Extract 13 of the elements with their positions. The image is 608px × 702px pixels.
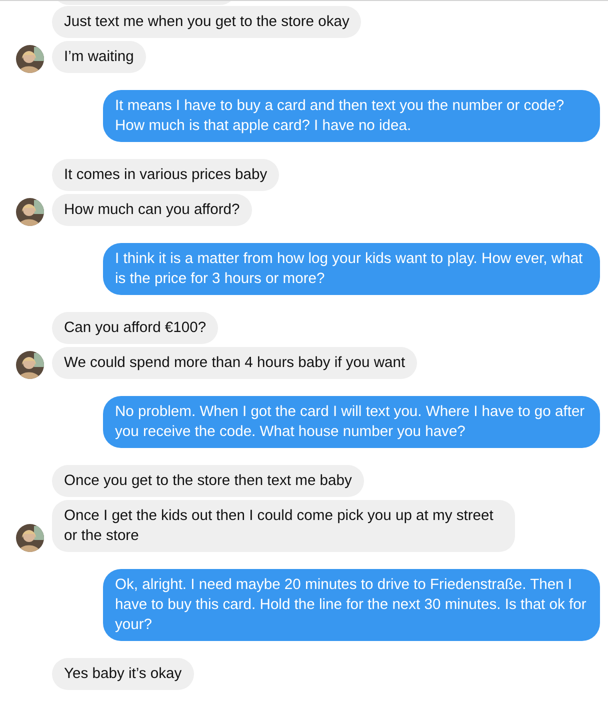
message-bubble: Once you get to the store then text me baby — [52, 465, 364, 497]
message-bubble: Just text me when you get to the store okay — [52, 6, 362, 38]
message-bubble: I’m waiting — [52, 41, 146, 73]
message-bubble: Once I get the kids out then I could come pick you up at my street or the store — [52, 500, 515, 552]
message-bubble: We could spend more than 4 hours baby if you want — [52, 347, 418, 379]
message-bubble: How much can you afford? — [52, 194, 252, 226]
message-bubble: It comes in various prices baby — [52, 159, 280, 191]
message-bubble: Yes baby it’s okay — [52, 658, 194, 690]
message-bubble: No problem. When I got the card I will text you. Where I have to go after you receive the code. What house number you have? — [103, 396, 600, 448]
message-bubble: I think it is a matter from how log your kids want to play. How ever, what is the price for 3 hours or more? — [103, 243, 600, 295]
message-bubble: Can you afford €100? — [52, 312, 218, 344]
message-bubble: It means I have to buy a card and then text you the number or code? How much is that apple card? I have no idea. — [103, 90, 600, 142]
message-bubble: Ok, alright. I need maybe 20 minutes to drive to Friedenstraße. Then I have to buy this card. Hold the line for the next 30 minutes. Is that ok for your? — [103, 569, 600, 641]
